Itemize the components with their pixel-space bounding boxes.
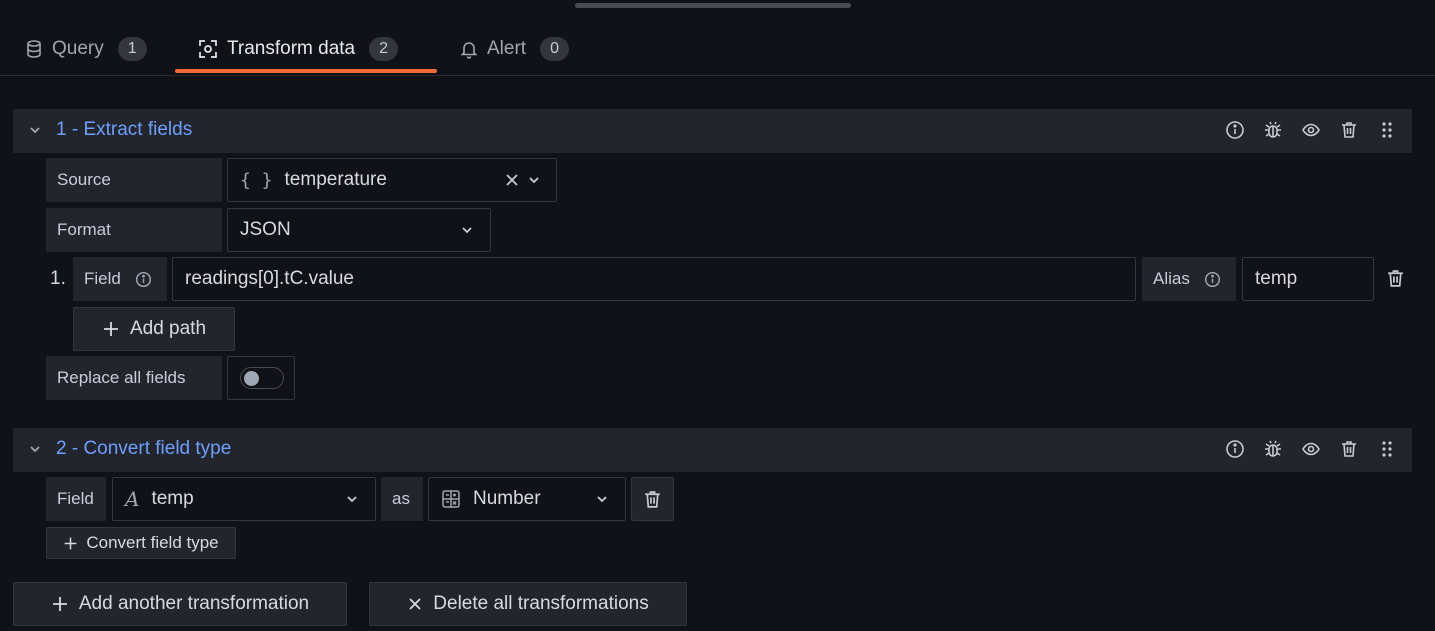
add-convert-label: Convert field type — [86, 533, 219, 552]
drag-handle-icon[interactable] — [1376, 119, 1398, 141]
add-path-button[interactable]: Add path — [73, 307, 235, 351]
source-select[interactable]: { } temperature — [227, 158, 557, 202]
tab-alert-count: 0 — [540, 37, 570, 61]
active-tab-indicator — [175, 69, 437, 73]
path-field-input[interactable]: readings[0].tC.value — [172, 257, 1136, 301]
convert-field-label: Field — [46, 477, 106, 521]
source-label: Source — [46, 158, 222, 202]
alias-input[interactable]: temp — [1242, 257, 1374, 301]
chevron-down-icon[interactable] — [27, 441, 43, 457]
info-icon[interactable] — [135, 271, 152, 288]
transformation-1-actions — [1224, 119, 1398, 141]
transformation-2-title: 2 - Convert field type — [56, 438, 232, 459]
eye-icon[interactable] — [1300, 438, 1322, 460]
string-type-icon: A — [125, 487, 140, 511]
as-label: as — [381, 477, 423, 521]
info-icon[interactable] — [1204, 271, 1221, 288]
bell-icon — [459, 39, 479, 59]
tab-alert[interactable]: Alert 0 — [459, 26, 570, 72]
plus-icon — [51, 595, 69, 613]
chevron-down-icon[interactable] — [344, 491, 360, 507]
chevron-down-icon[interactable] — [27, 122, 43, 138]
transformation-1-title: 1 - Extract fields — [56, 119, 193, 140]
trash-icon — [642, 489, 663, 510]
path-index: 1. — [50, 268, 66, 289]
replace-all-fields-toggle[interactable] — [240, 367, 284, 389]
alias-value: temp — [1255, 268, 1298, 289]
path-field-label: Field — [73, 257, 167, 301]
clear-icon[interactable] — [504, 172, 520, 188]
plus-icon — [102, 320, 120, 338]
tab-transform-label: Transform data — [227, 38, 356, 59]
trash-icon[interactable] — [1338, 438, 1360, 460]
bug-icon[interactable] — [1262, 119, 1284, 141]
field-label-text: Field — [84, 269, 121, 288]
remove-conversion-button[interactable] — [631, 477, 674, 521]
format-value: JSON — [240, 219, 291, 240]
tab-transform-count: 2 — [369, 37, 399, 61]
toggle-knob — [244, 371, 259, 386]
convert-type-value: Number — [473, 488, 541, 509]
add-path-label: Add path — [129, 318, 207, 339]
convert-field-select[interactable]: A temp — [112, 477, 376, 521]
transform-icon — [197, 38, 219, 60]
calculator-icon — [441, 489, 461, 509]
alias-label-text: Alias — [1153, 269, 1190, 288]
info-icon[interactable] — [1224, 119, 1246, 141]
chevron-down-icon[interactable] — [594, 491, 610, 507]
transformation-2-actions — [1224, 438, 1398, 460]
drag-handle-icon[interactable] — [1376, 438, 1398, 460]
close-icon — [407, 596, 423, 612]
replace-all-fields-label: Replace all fields — [46, 356, 222, 400]
trash-icon[interactable] — [1338, 119, 1360, 141]
chevron-down-icon[interactable] — [526, 172, 542, 188]
add-another-transformation-button[interactable]: Add another transformation — [13, 582, 347, 626]
chevron-down-icon[interactable] — [459, 222, 475, 238]
delete-all-transformations-button[interactable]: Delete all transformations — [369, 582, 687, 626]
alias-label: Alias — [1142, 257, 1236, 301]
convert-field-value: temp — [151, 488, 194, 509]
trash-icon[interactable] — [1385, 268, 1406, 289]
delete-all-label: Delete all transformations — [433, 593, 649, 614]
eye-icon[interactable] — [1300, 119, 1322, 141]
convert-type-select[interactable]: Number — [428, 477, 626, 521]
tab-query-count: 1 — [117, 37, 147, 61]
format-select[interactable]: JSON — [227, 208, 491, 252]
tab-alert-label: Alert — [487, 38, 527, 59]
transformation-1-header[interactable]: 1 - Extract fields — [13, 109, 1412, 153]
braces-icon: { } — [240, 169, 273, 191]
path-field-value: readings[0].tC.value — [185, 268, 354, 289]
tab-transform-data[interactable]: Transform data 2 — [197, 26, 399, 72]
transformation-2-header[interactable]: 2 - Convert field type — [13, 428, 1412, 472]
bug-icon[interactable] — [1262, 438, 1284, 460]
database-icon — [24, 39, 44, 59]
editor-tabs: Query 1 Transform data 2 Alert 0 — [0, 0, 1435, 76]
tab-query-label: Query — [52, 38, 104, 59]
format-label: Format — [46, 208, 222, 252]
tab-query[interactable]: Query 1 — [24, 26, 147, 72]
add-convert-field-type-button[interactable]: Convert field type — [46, 527, 236, 559]
add-another-label: Add another transformation — [78, 593, 310, 614]
plus-icon — [63, 536, 78, 551]
source-value: temperature — [284, 169, 387, 190]
info-icon[interactable] — [1224, 438, 1246, 460]
